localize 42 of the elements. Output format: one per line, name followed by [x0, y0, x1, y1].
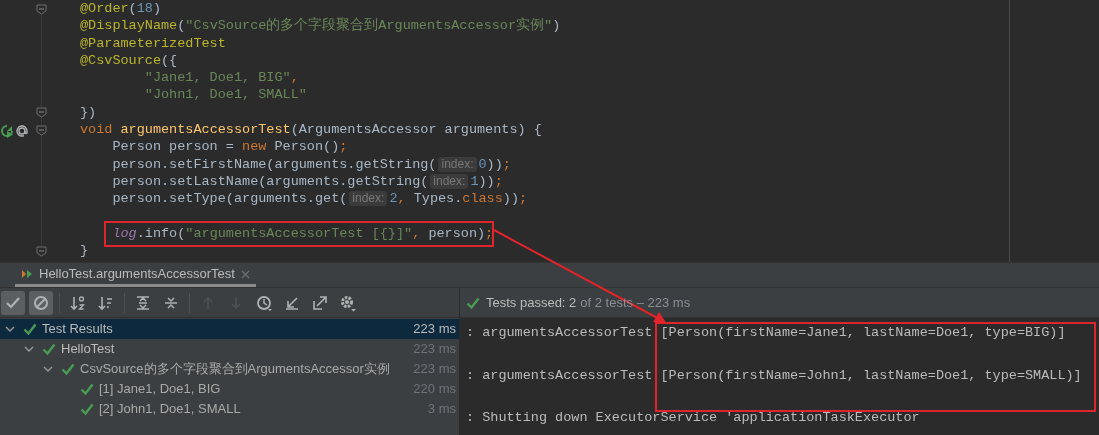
expand-all-icon	[134, 293, 152, 312]
test-name: HelloTest	[61, 340, 116, 359]
check-icon	[23, 322, 37, 336]
status-text: Tests passed: 2	[486, 293, 577, 312]
clock-icon	[255, 293, 273, 312]
code-line: })	[80, 103, 97, 122]
tree-row[interactable]: Test Results 223 ms	[0, 319, 459, 339]
code-line: }	[80, 242, 89, 260]
check-icon	[80, 382, 94, 396]
code-line: log.info("argumentsAccessorTest [{}]", person);	[112, 224, 494, 243]
sort-alphabetical-icon	[69, 293, 87, 312]
test-duration: 223 ms	[413, 320, 456, 339]
check-icon	[80, 402, 94, 416]
code-line: "John1, Doe1, SMALL"	[144, 86, 307, 104]
code-line: @ParameterizedTest	[80, 34, 226, 52]
test-name: [1] Jane1, Doe1, BIG	[99, 380, 222, 399]
code-line: "Jane1, Doe1, BIG",	[144, 69, 299, 87]
code-line: person.setFirstName(arguments.getString( index: 0));	[112, 155, 511, 173]
code-line: person.setType(arguments.get( index: 2, Types.class));	[112, 190, 528, 208]
check-icon	[42, 342, 56, 356]
code-line: Person person = new Person();	[112, 138, 348, 156]
check-icon	[61, 362, 75, 376]
console-line: : Shutting down ExecutorService 'applicationTaskExecutor	[466, 410, 920, 425]
test-name: CsvSource的多个字段聚合到ArgumentsAccessor实例	[80, 360, 391, 379]
close-icon	[240, 269, 250, 279]
code-line: @Order(18)	[80, 0, 162, 18]
code-line: @CsvSource({	[80, 51, 178, 70]
settings-icon	[339, 293, 357, 312]
code-line: @DisplayName("CsvSource的多个字段聚合到ArgumentsAccessor实例")	[80, 17, 561, 35]
at-sign-icon	[16, 124, 28, 137]
prohibited-button[interactable]	[29, 290, 53, 315]
code-line: void argumentsAccessorTest(ArgumentsAccessor arguments) {	[80, 121, 542, 139]
code-line: person.setLastName(arguments.getString( index: 1));	[112, 172, 503, 191]
export-arrow-icon	[311, 293, 329, 312]
test-name: Test Results	[42, 320, 114, 339]
run-config-icon	[21, 268, 33, 280]
prohibited-icon	[32, 293, 50, 312]
check-icon	[466, 295, 480, 310]
test-name: [2] John1, Doe1, SMALL	[99, 400, 242, 419]
console-line: : argumentsAccessorTest [Person(firstName=John1, lastName=Doe1, type=SMALL)]	[466, 367, 1082, 383]
check-button[interactable]	[1, 290, 25, 315]
console-line: : argumentsAccessorTest [Person(firstName=Jane1, lastName=Doe1, type=BIG)]	[466, 325, 1066, 340]
